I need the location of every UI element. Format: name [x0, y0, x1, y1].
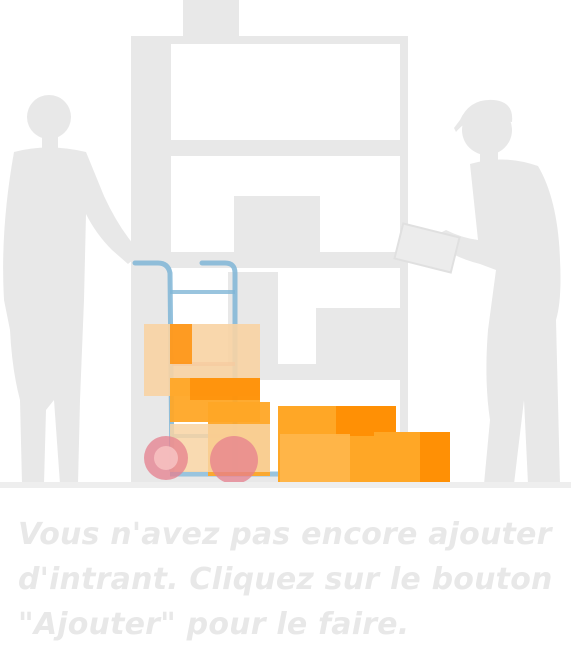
empty-state-message: Vous n'avez pas encore ajouter d'intrant… — [18, 517, 553, 642]
floor-line — [0, 482, 571, 488]
empty-warehouse-illustration — [0, 0, 571, 488]
person-silhouette-icon — [393, 99, 561, 485]
person-silhouette-icon — [3, 95, 140, 484]
cardboard-box-icon — [278, 406, 450, 484]
empty-state: Vous n'avez pas encore ajouter d'intrant… — [0, 0, 571, 659]
